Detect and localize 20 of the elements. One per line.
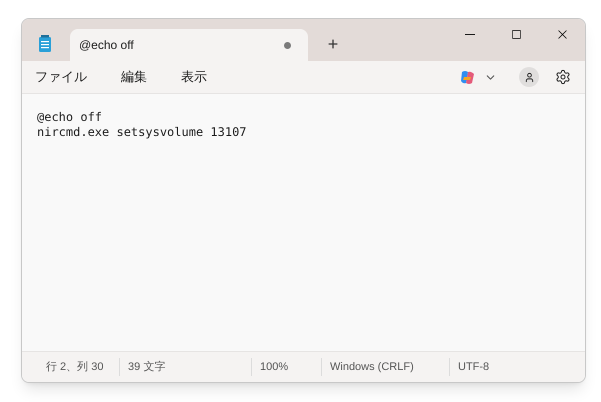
code-line: @echo off bbox=[37, 110, 102, 125]
notepad-icon bbox=[38, 35, 52, 53]
copilot-icon bbox=[459, 68, 476, 86]
status-text: 39 文字 bbox=[128, 360, 166, 375]
maximize-icon bbox=[510, 28, 522, 40]
tab-title: @echo off bbox=[79, 37, 135, 54]
menu-item[interactable]: 表示 bbox=[173, 64, 215, 90]
text-editor[interactable]: @echo off nircmd.exe setsysvolume 13107 bbox=[22, 94, 585, 351]
menu-item[interactable]: ファイル bbox=[27, 64, 95, 90]
status-text: 100% bbox=[260, 360, 288, 375]
settings-icon bbox=[555, 69, 571, 85]
person-icon bbox=[524, 72, 534, 82]
status-text: Windows (CRLF) bbox=[330, 360, 414, 375]
document-tab[interactable]: @echo off bbox=[70, 29, 308, 61]
status-text: UTF-8 bbox=[458, 360, 490, 375]
code-line: nircmd.exe setsysvolume 13107 bbox=[37, 125, 247, 140]
menu-item[interactable]: 編集 bbox=[113, 64, 155, 90]
new-tab-button[interactable]: + bbox=[322, 33, 344, 55]
account-button[interactable] bbox=[519, 67, 539, 87]
status-text: 行 2、列 30 bbox=[46, 360, 104, 375]
